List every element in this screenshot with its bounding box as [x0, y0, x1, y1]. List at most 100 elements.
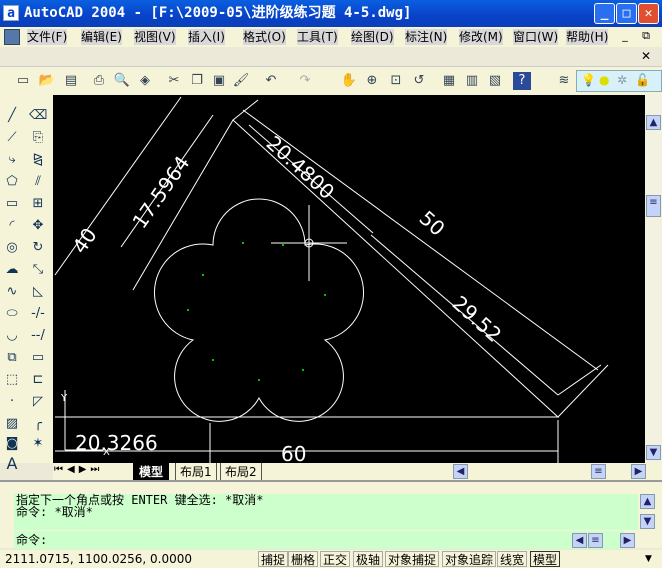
polar-toggle[interactable]: 极轴	[353, 551, 384, 567]
array-icon[interactable]: ⊞	[29, 195, 47, 213]
minimize-button[interactable]: _	[594, 3, 615, 24]
zoom-window-icon[interactable]: ⊡	[387, 72, 405, 90]
tab-layout2[interactable]: 布局2	[220, 463, 262, 481]
polyline-icon[interactable]: ⤷	[3, 151, 21, 169]
menu-view[interactable]: 视图(V)	[134, 29, 176, 45]
layers-icon[interactable]: ≋	[555, 72, 573, 90]
model-toggle[interactable]: 模型	[530, 551, 561, 567]
explode-icon[interactable]: ✶	[29, 435, 47, 453]
tab-model[interactable]: 模型	[133, 463, 170, 480]
menu-help[interactable]: 帮助(H)	[566, 29, 609, 45]
snap-toggle[interactable]: 捕捉	[258, 551, 289, 567]
rotate-icon[interactable]: ↻	[29, 239, 47, 257]
break-icon[interactable]: ▭	[29, 349, 47, 367]
pan-icon[interactable]: ✋	[340, 72, 358, 90]
open-icon[interactable]: 📂	[38, 72, 56, 90]
tool-palettes-icon[interactable]: ▧	[486, 72, 504, 90]
join-icon[interactable]: ⊏	[29, 371, 47, 389]
line-icon[interactable]: ╱	[3, 107, 21, 125]
doc-close-icon[interactable]: ✕	[638, 49, 654, 65]
trim-icon[interactable]: -/-	[29, 305, 47, 323]
mtext-icon[interactable]: A	[3, 455, 21, 473]
stretch-icon[interactable]: ◺	[29, 283, 47, 301]
ellipse-icon[interactable]: ⬭	[3, 305, 21, 323]
scroll-up-button[interactable]: ▲	[646, 115, 661, 130]
lineweight-toggle[interactable]: 线宽	[497, 551, 528, 567]
drawing-canvas[interactable]: 40 17.5964 20.4800 50 29.52 20.3266 60 Y…	[53, 95, 645, 466]
mirror-icon[interactable]: ⧎	[29, 151, 47, 169]
help-icon[interactable]: ?	[513, 72, 531, 90]
command-input[interactable]: 命令:	[14, 531, 624, 549]
print-icon[interactable]: ⎙	[90, 72, 108, 90]
move-icon[interactable]: ✥	[29, 217, 47, 235]
doc-restore-icon[interactable]: ⧉	[638, 29, 654, 45]
vertical-scrollbar[interactable]: ▲ ≡ ▼	[645, 95, 662, 463]
ellipse-arc-icon[interactable]: ◡	[3, 327, 21, 345]
scale-icon[interactable]: ⤡	[29, 261, 47, 279]
ortho-toggle[interactable]: 正交	[320, 551, 351, 567]
copy-icon[interactable]: ❐	[188, 72, 206, 90]
cut-icon[interactable]: ✂	[165, 72, 183, 90]
zoom-realtime-icon[interactable]: ⊕	[363, 72, 381, 90]
hscroll-left-button[interactable]: ◀	[453, 464, 468, 479]
paste-icon[interactable]: ▣	[210, 72, 228, 90]
insert-block-icon[interactable]: ⧉	[3, 349, 21, 367]
menu-file[interactable]: 文件(F)	[27, 29, 68, 45]
print-preview-icon[interactable]: 🔍	[113, 72, 131, 90]
spline-icon[interactable]: ∿	[3, 283, 21, 301]
maximize-button[interactable]: □	[616, 3, 637, 24]
hscroll-right-button[interactable]: ▶	[631, 464, 646, 479]
properties-icon[interactable]: ▦	[440, 72, 458, 90]
tab-nav-arrows[interactable]: ⏮◀▶⏭	[54, 464, 103, 475]
cmd-scroll-up[interactable]: ▲	[640, 494, 655, 509]
match-properties-icon[interactable]: 🖌	[232, 72, 250, 90]
zoom-previous-icon[interactable]: ↺	[410, 72, 428, 90]
scroll-down-button[interactable]: ▼	[646, 445, 661, 460]
offset-icon[interactable]: ⫽	[29, 173, 47, 191]
point-icon[interactable]: ·	[3, 393, 21, 411]
cmd-scroll-down[interactable]: ▼	[640, 514, 655, 529]
construction-line-icon[interactable]: ⟋	[3, 129, 21, 147]
make-block-icon[interactable]: ⬚	[3, 371, 21, 389]
revcloud-icon[interactable]: ☁	[3, 261, 21, 279]
hscroll-thumb[interactable]: ≡	[591, 464, 606, 479]
menu-dimension[interactable]: 标注(N)	[405, 29, 448, 45]
copy-object-icon[interactable]: ⎘	[29, 129, 47, 147]
menu-format[interactable]: 格式(O)	[243, 29, 286, 45]
doc-minimize-icon[interactable]: _	[617, 29, 633, 45]
autocad-app-icon[interactable]: a	[3, 5, 19, 21]
layer-dropdown[interactable]: 💡 ● ✲ 🔓	[576, 70, 662, 92]
save-icon[interactable]: ▤	[62, 72, 80, 90]
menu-window[interactable]: 窗口(W)	[513, 29, 559, 45]
publish-icon[interactable]: ◈	[136, 72, 154, 90]
cmd-hscroll-thumb[interactable]: ≡	[588, 533, 603, 548]
arc-icon[interactable]: ◜	[3, 217, 21, 235]
menu-tools[interactable]: 工具(T)	[297, 29, 338, 45]
erase-icon[interactable]: ⌫	[29, 107, 47, 125]
close-button[interactable]: ✕	[638, 3, 659, 24]
polygon-icon[interactable]: ⬠	[3, 173, 21, 191]
redo-icon[interactable]: ↷	[296, 72, 314, 90]
rectangle-icon[interactable]: ▭	[3, 195, 21, 213]
hatch-icon[interactable]: ▨	[3, 415, 21, 433]
otrack-toggle[interactable]: 对象追踪	[442, 551, 497, 567]
extend-icon[interactable]: --/	[29, 327, 47, 345]
fillet-icon[interactable]: ╭	[29, 415, 47, 433]
new-icon[interactable]: ▭	[14, 72, 32, 90]
region-icon[interactable]: ◙	[3, 435, 21, 453]
menu-edit[interactable]: 编辑(E)	[81, 29, 122, 45]
tab-layout1[interactable]: 布局1	[175, 463, 217, 481]
cmd-hscroll-right[interactable]: ▶	[620, 533, 635, 548]
undo-icon[interactable]: ↶	[262, 72, 280, 90]
grid-toggle[interactable]: 栅格	[288, 551, 319, 567]
circle-icon[interactable]: ◎	[3, 239, 21, 257]
menu-insert[interactable]: 插入(I)	[188, 29, 225, 45]
chamfer-icon[interactable]: ◸	[29, 393, 47, 411]
cmd-hscroll-left[interactable]: ◀	[572, 533, 587, 548]
design-center-icon[interactable]: ▥	[463, 72, 481, 90]
document-icon[interactable]	[4, 29, 20, 45]
status-menu-arrow-icon[interactable]: ▼	[645, 550, 652, 568]
osnap-toggle[interactable]: 对象捕捉	[385, 551, 440, 567]
menu-draw[interactable]: 绘图(D)	[351, 29, 394, 45]
menu-modify[interactable]: 修改(M)	[459, 29, 503, 45]
